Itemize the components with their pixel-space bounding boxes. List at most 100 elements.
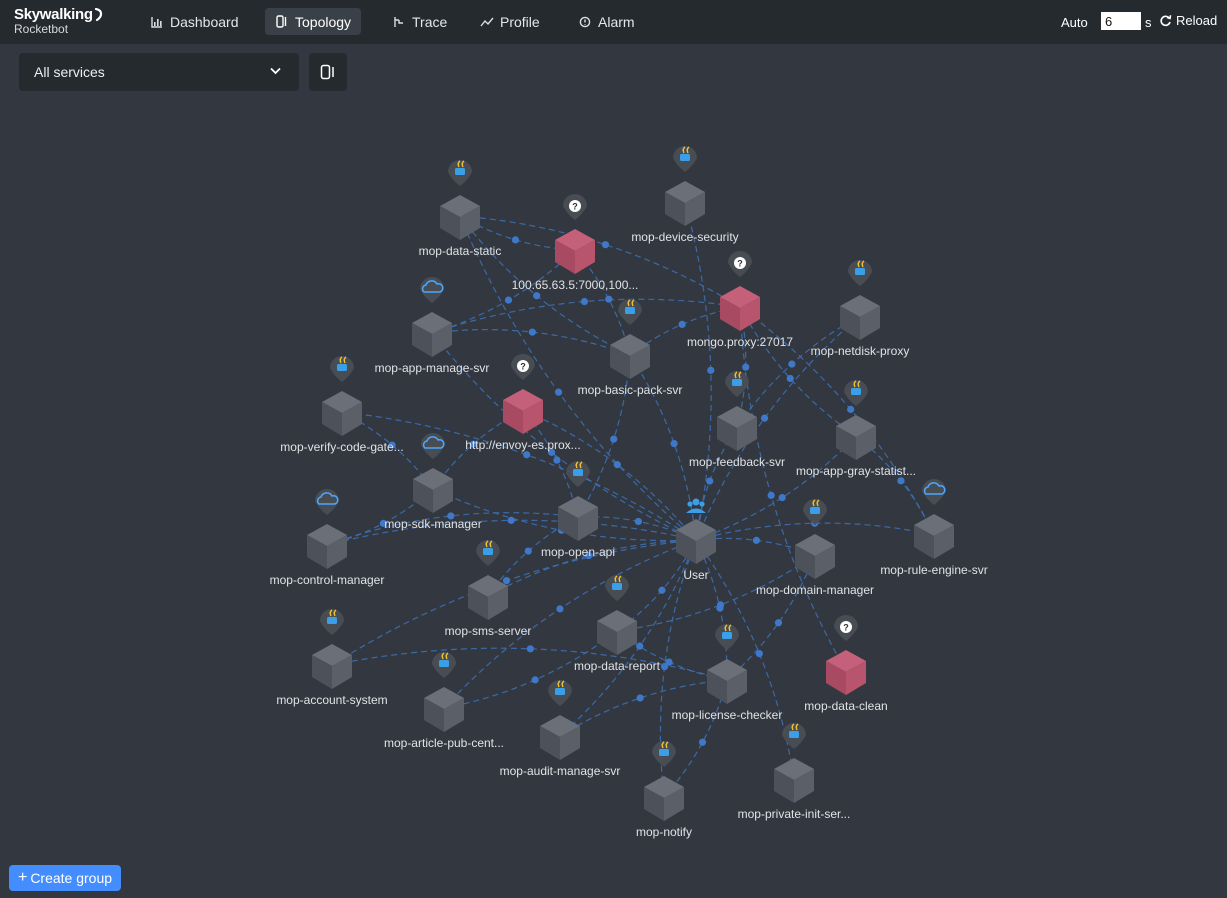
edge-user-app-gray[interactable] bbox=[695, 435, 857, 541]
question-icon: ? bbox=[511, 354, 535, 380]
node-label: mop-data-static bbox=[419, 244, 502, 258]
java-icon bbox=[330, 356, 354, 382]
edge-user-device-security[interactable] bbox=[684, 201, 715, 541]
edge-app-gray-mongo[interactable] bbox=[739, 306, 857, 437]
edge-call-dot[interactable] bbox=[553, 456, 561, 464]
node-label: mop-license-checker bbox=[672, 708, 783, 722]
java-icon bbox=[448, 160, 472, 186]
edge-call-dot[interactable] bbox=[601, 241, 610, 249]
topology-node-control-manager[interactable]: mop-control-manager bbox=[270, 489, 385, 587]
topology-node-data-report[interactable]: mop-data-report bbox=[574, 575, 661, 673]
edge-call-dot[interactable] bbox=[752, 536, 761, 544]
node-label: mop-data-clean bbox=[804, 699, 887, 713]
node-label: mop-audit-manage-svr bbox=[500, 764, 621, 778]
java-icon bbox=[548, 680, 572, 706]
topology-node-sms-server[interactable]: mop-sms-server bbox=[445, 540, 532, 638]
edge-app-manage-mongo[interactable] bbox=[431, 297, 741, 334]
edge-call-dot[interactable] bbox=[634, 517, 642, 526]
edge-call-dot[interactable] bbox=[767, 491, 775, 499]
topology-node-private-init[interactable]: mop-private-init-ser... bbox=[738, 723, 851, 821]
edge-domain-manager-license-checker[interactable] bbox=[726, 554, 816, 681]
topology-node-article-pub[interactable]: mop-article-pub-cent... bbox=[384, 652, 504, 750]
edge-user-envoy[interactable] bbox=[522, 409, 697, 541]
edge-call-dot[interactable] bbox=[742, 363, 750, 371]
java-icon bbox=[566, 461, 590, 487]
topology-node-netdisk[interactable]: mop-netdisk-proxy bbox=[811, 260, 910, 358]
edge-call-dot[interactable] bbox=[716, 601, 725, 609]
edge-call-dot[interactable] bbox=[760, 414, 769, 422]
node-label: mop-control-manager bbox=[270, 573, 385, 587]
topology-node-license-checker[interactable]: mop-license-checker bbox=[672, 624, 783, 722]
java-icon bbox=[673, 146, 697, 172]
java-icon bbox=[605, 575, 629, 601]
topology-node-mongo[interactable]: ? mongo.proxy:27017 bbox=[687, 251, 793, 349]
topology-node-data-clean[interactable]: ? mop-data-clean bbox=[804, 615, 888, 713]
edge-call-dot[interactable] bbox=[897, 477, 905, 485]
topology-node-device-security[interactable]: mop-device-security bbox=[631, 146, 739, 244]
edge-call-dot[interactable] bbox=[504, 296, 513, 304]
edge-call-dot[interactable] bbox=[665, 658, 673, 666]
topology-node-app-manage[interactable]: mop-app-manage-svr bbox=[375, 277, 490, 375]
topology-node-user[interactable]: User bbox=[676, 498, 716, 583]
question-icon: ? bbox=[563, 194, 587, 220]
edge-call-dot[interactable] bbox=[786, 374, 794, 383]
question-icon: ? bbox=[834, 615, 858, 641]
edge-call-dot[interactable] bbox=[678, 320, 686, 328]
topology-node-open-api[interactable]: mop-open-api bbox=[541, 461, 615, 559]
node-label: mop-open-api bbox=[541, 545, 615, 559]
topology-node-account-system[interactable]: mop-account-system bbox=[276, 609, 388, 707]
edge-call-dot[interactable] bbox=[636, 694, 644, 702]
edge-call-dot[interactable] bbox=[511, 236, 520, 244]
edge-call-dot[interactable] bbox=[528, 328, 536, 336]
java-icon bbox=[652, 741, 676, 767]
edge-user-private-init[interactable] bbox=[695, 539, 795, 780]
edge-call-dot[interactable] bbox=[706, 477, 714, 485]
edge-call-dot[interactable] bbox=[523, 451, 531, 459]
node-label: mop-app-manage-svr bbox=[375, 361, 490, 375]
java-icon bbox=[618, 299, 642, 325]
topology-node-domain-manager[interactable]: mop-domain-manager bbox=[756, 499, 874, 597]
topology-node-data-static[interactable]: mop-data-static bbox=[419, 160, 502, 258]
node-label: mop-verify-code-gate... bbox=[280, 440, 403, 454]
edge-call-dot[interactable] bbox=[774, 619, 783, 627]
edge-call-dot[interactable] bbox=[847, 405, 855, 413]
node-label: mop-rule-engine-svr bbox=[880, 563, 987, 577]
topology-graph[interactable]: User mop-data-static ? 100.65.63.5:7000,100… bbox=[0, 0, 1227, 898]
edge-call-dot[interactable] bbox=[524, 547, 532, 555]
edge-call-dot[interactable] bbox=[707, 366, 715, 374]
node-label: User bbox=[683, 568, 708, 582]
topology-node-es-ip[interactable]: ? 100.65.63.5:7000,100... bbox=[512, 194, 639, 292]
java-icon bbox=[844, 380, 868, 406]
edge-call-dot[interactable] bbox=[670, 439, 678, 448]
create-group-button[interactable]: + Create group bbox=[9, 865, 121, 891]
edge-call-dot[interactable] bbox=[533, 292, 541, 300]
svg-text:?: ? bbox=[737, 259, 743, 269]
edge-open-api-basic-pack[interactable] bbox=[577, 354, 631, 518]
topology-node-notify[interactable]: mop-notify bbox=[636, 741, 692, 839]
java-icon bbox=[320, 609, 344, 635]
cloud-icon bbox=[315, 489, 339, 515]
edge-call-dot[interactable] bbox=[613, 461, 621, 469]
edge-call-dot[interactable] bbox=[502, 577, 511, 585]
user-group-icon bbox=[686, 498, 706, 513]
cloud-icon bbox=[420, 277, 444, 303]
edge-call-dot[interactable] bbox=[531, 676, 539, 684]
node-label: mop-feedback-svr bbox=[689, 455, 785, 469]
edge-call-dot[interactable] bbox=[658, 586, 666, 594]
edge-call-dot[interactable] bbox=[610, 435, 618, 443]
edge-call-dot[interactable] bbox=[698, 738, 707, 746]
edge-call-dot[interactable] bbox=[788, 360, 796, 368]
topology-node-audit-manage[interactable]: mop-audit-manage-svr bbox=[500, 680, 621, 778]
edge-call-dot[interactable] bbox=[580, 297, 589, 306]
node-label: mop-netdisk-proxy bbox=[811, 344, 910, 358]
edge-call-dot[interactable] bbox=[507, 516, 515, 524]
edge-call-dot[interactable] bbox=[605, 295, 613, 303]
node-label: mop-data-report bbox=[574, 659, 661, 673]
topology-node-app-gray[interactable]: mop-app-gray-statist... bbox=[796, 380, 916, 478]
java-icon bbox=[715, 624, 739, 650]
edge-call-dot[interactable] bbox=[778, 494, 786, 502]
edge-call-dot[interactable] bbox=[556, 605, 564, 613]
topology-node-basic-pack[interactable]: mop-basic-pack-svr bbox=[578, 299, 683, 397]
edge-call-dot[interactable] bbox=[554, 388, 563, 396]
edge-call-dot[interactable] bbox=[526, 645, 535, 653]
